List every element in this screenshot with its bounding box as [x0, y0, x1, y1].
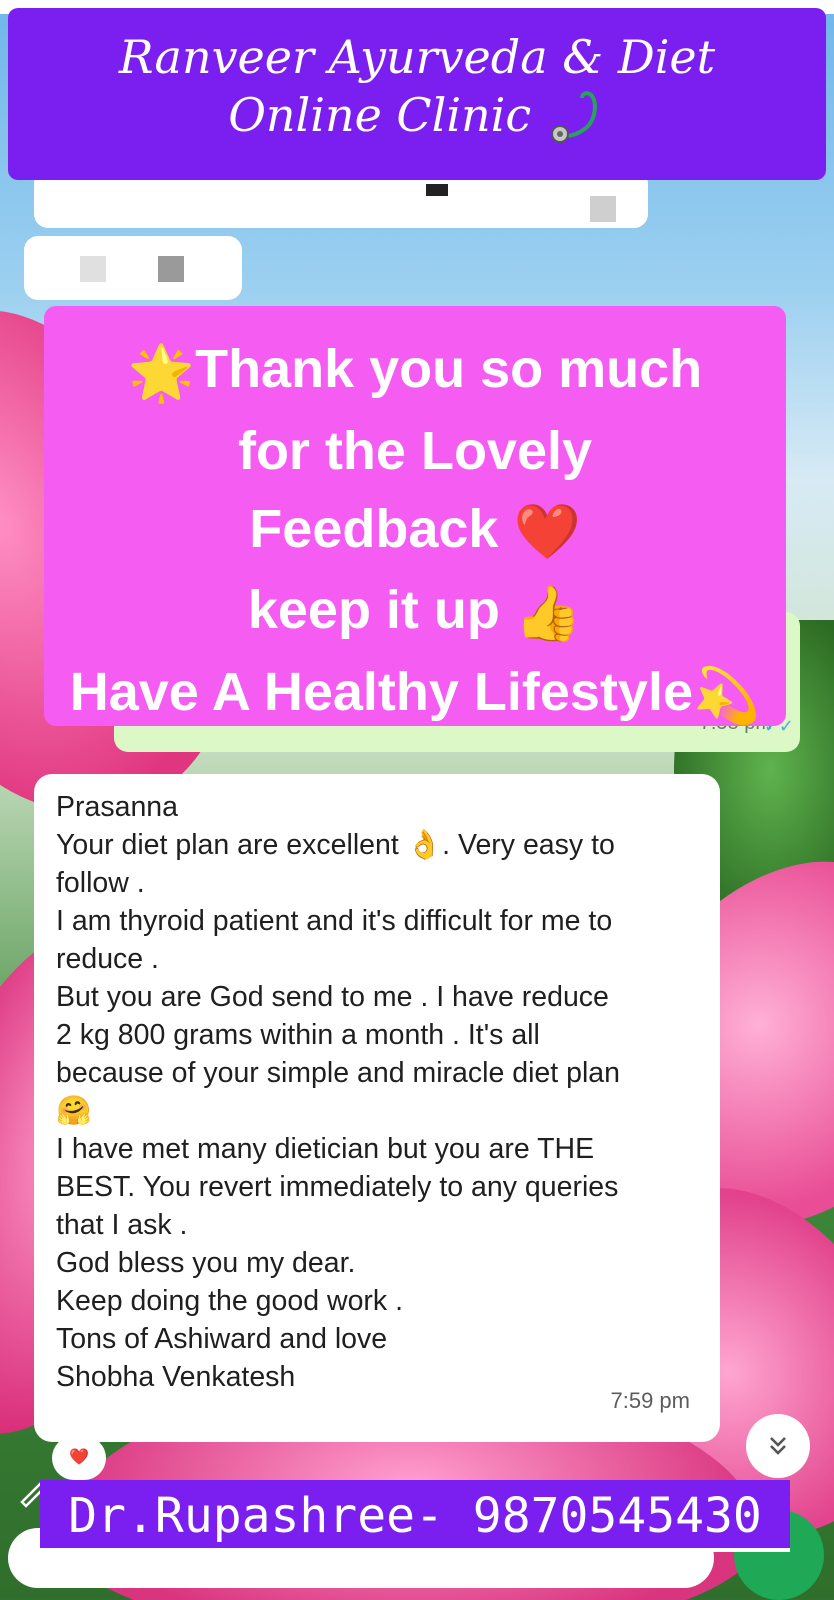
- banner-title-line2: Online Clinic: [228, 88, 532, 142]
- heart-reaction-badge[interactable]: ❤️: [52, 1436, 106, 1480]
- sparkle-star-icon: 🌟: [127, 342, 196, 403]
- feedback-line5: Have A Healthy Lifestyle: [69, 662, 693, 723]
- received-message-bubble[interactable]: Prasanna Your diet plan are excellent 👌.…: [34, 774, 720, 1442]
- message-line: Your diet plan are excellent 👌. Very eas…: [56, 829, 615, 861]
- banner-title-line1: Ranveer Ayurveda & Diet: [118, 30, 716, 84]
- message-line: Prasanna: [56, 791, 179, 823]
- message-line: 2 kg 800 grams within a month . It's all: [56, 1019, 540, 1051]
- redacted-message-bubble: [24, 236, 242, 300]
- stethoscope-icon: [546, 90, 606, 148]
- message-line: Shobha Venkatesh: [56, 1361, 296, 1393]
- message-line: I am thyroid patient and it's difficult …: [56, 905, 613, 937]
- red-heart-icon: ❤️: [513, 502, 581, 563]
- message-line: reduce .: [56, 943, 159, 975]
- message-line: follow .: [56, 867, 145, 899]
- scroll-to-bottom-button[interactable]: [746, 1414, 810, 1478]
- message-line: But you are God send to me . I have redu…: [56, 981, 609, 1013]
- message-line: I have met many dietician but you are TH…: [56, 1133, 595, 1165]
- feedback-line1: Thank you so much: [195, 339, 703, 399]
- dizzy-star-icon: 💫: [693, 665, 761, 726]
- feedback-line4: keep it up: [247, 580, 500, 641]
- feedback-thanks-card: 🌟Thank you so much for the Lovely Feedba…: [44, 306, 786, 726]
- double-chevron-down-icon: [770, 1437, 786, 1455]
- message-line: that I ask .: [56, 1209, 188, 1241]
- message-line: God bless you my dear.: [56, 1247, 356, 1279]
- doctor-contact-banner: Dr.Rupashree- 9870545430: [40, 1480, 790, 1552]
- feedback-line2: for the Lovely: [237, 420, 593, 481]
- message-line: because of your simple and miracle diet …: [56, 1057, 620, 1089]
- message-line: Tons of Ashiward and love: [56, 1323, 388, 1355]
- message-line: BEST. You revert immediately to any quer…: [56, 1171, 619, 1203]
- received-message-time: 7:59 pm: [610, 1388, 691, 1413]
- hugging-face-icon: 🤗: [56, 1095, 92, 1127]
- clinic-banner: Ranveer Ayurveda & Diet Online Clinic: [8, 8, 826, 180]
- thumbs-up-icon: 👍: [514, 584, 583, 645]
- feedback-line3: Feedback: [249, 498, 499, 559]
- message-line: Keep doing the good work .: [56, 1285, 403, 1317]
